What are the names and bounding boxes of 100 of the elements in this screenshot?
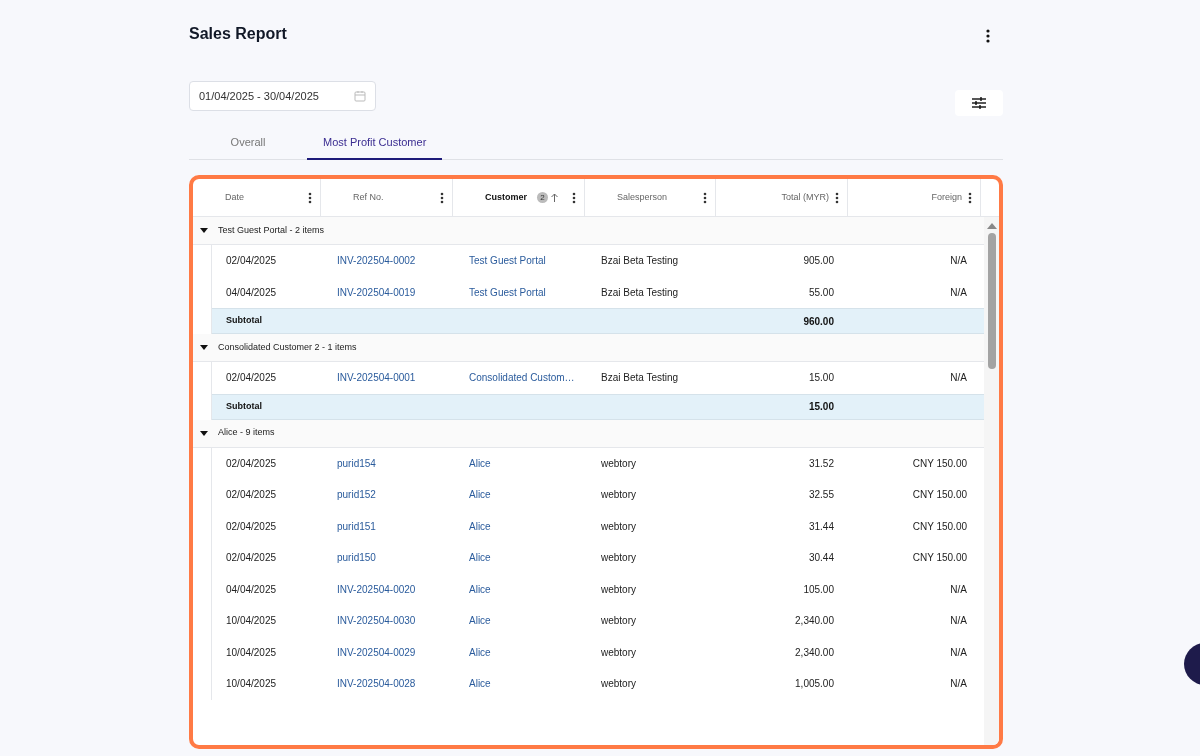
table-cell-text: 10/04/2025 (225, 645, 278, 660)
table-cell-text: webtory (600, 456, 637, 471)
link-cell[interactable]: Consolidated Custom… (454, 370, 586, 386)
filter-settings-button[interactable] (955, 90, 1003, 116)
table-cell-text: 10/04/2025 (225, 677, 278, 692)
table-cell-text: 105.00 (802, 582, 835, 597)
link-cell[interactable]: Test Guest Portal (454, 253, 586, 269)
link-cell[interactable]: purid152 (322, 487, 454, 503)
table-cell-text: webtory (600, 645, 637, 660)
group-row[interactable]: Consolidated Customer 2 - 1 items (193, 334, 984, 362)
table-cell-text: Bzai Beta Testing (600, 371, 680, 386)
link-cell[interactable]: Alice (454, 455, 586, 471)
column-header[interactable]: Customer 2 (453, 179, 585, 216)
table-cell-text: Bzai Beta Testing (600, 285, 680, 300)
table-cell-text: 32.55 (807, 488, 835, 503)
link-cell[interactable]: purid150 (322, 550, 454, 566)
subtotal-label: Subtotal (225, 399, 263, 413)
tab[interactable]: Most Profit Customer (307, 126, 443, 160)
table-cell-text: N/A (949, 614, 968, 629)
table-cell-text: 02/04/2025 (225, 254, 278, 269)
link-cell[interactable]: purid151 (322, 518, 454, 534)
table-cell-text: 31.44 (807, 519, 835, 534)
link-cell[interactable]: purid154 (322, 455, 454, 471)
expand-caret-icon[interactable] (200, 430, 208, 436)
scrollbar[interactable] (984, 217, 999, 745)
link-cell[interactable]: Alice (454, 581, 586, 597)
sort-ascending-icon (551, 193, 558, 202)
link-cell[interactable]: Test Guest Portal (454, 284, 586, 300)
table-cell-text: N/A (949, 677, 968, 692)
table-cell-text: 905.00 (802, 254, 835, 269)
column-header[interactable]: Foreign (848, 179, 981, 216)
column-menu-icon[interactable] (968, 191, 972, 204)
link-cell[interactable]: Alice (454, 644, 586, 660)
table-cell-text: Bzai Beta Testing (600, 254, 680, 269)
column-menu-icon[interactable] (440, 191, 444, 204)
link-cell[interactable]: Alice (454, 550, 586, 566)
scrollbar-thumb[interactable] (987, 233, 996, 369)
table-cell-text: 02/04/2025 (225, 456, 278, 471)
table-cell-text: webtory (600, 551, 637, 566)
tab[interactable]: Overall (189, 126, 307, 160)
subtotal-value: 15.00 (807, 400, 835, 414)
table-cell-text: webtory (600, 488, 637, 503)
column-header[interactable]: Date (193, 179, 321, 216)
link-cell[interactable]: INV-202504-0020 (322, 581, 454, 597)
table-cell-text: webtory (600, 582, 637, 597)
expand-caret-icon[interactable] (200, 228, 208, 233)
table-cell-text: CNY 150.00 (911, 456, 968, 471)
column-header[interactable]: Ref No. (321, 179, 453, 216)
subtotal-value: 960.00 (802, 314, 835, 329)
table-cell-text: CNY 150.00 (911, 551, 968, 566)
link-cell[interactable]: Alice (454, 676, 586, 692)
table-cell-text: 15.00 (807, 371, 835, 386)
table-cell-text: 04/04/2025 (225, 285, 278, 300)
table-cell-text: N/A (949, 285, 968, 300)
table-cell-text: 1,005.00 (794, 677, 835, 692)
sliders-icon (972, 97, 986, 109)
table-cell-text: CNY 150.00 (911, 519, 968, 534)
sort-order-badge: 2 (537, 192, 548, 203)
subtotal-label: Subtotal (225, 314, 263, 328)
group-row[interactable]: Test Guest Portal - 2 items (193, 217, 984, 245)
table-cell-text: 10/04/2025 (225, 614, 278, 629)
table-cell-text: 30.44 (807, 551, 835, 566)
link-cell[interactable]: INV-202504-0028 (322, 676, 454, 692)
table-cell-text: N/A (949, 582, 968, 597)
link-cell[interactable]: INV-202504-0030 (322, 613, 454, 629)
scroll-up-icon[interactable] (986, 223, 997, 229)
table-cell-text: 2,340.00 (794, 614, 835, 629)
table-cell-text: 02/04/2025 (225, 519, 278, 534)
group-row[interactable]: Alice - 9 items (193, 419, 984, 448)
table-cell-text: 2,340.00 (794, 645, 835, 660)
table-cell-text: 02/04/2025 (225, 488, 278, 503)
calendar-icon (354, 90, 366, 102)
table-cell-text: N/A (949, 645, 968, 660)
table-cell-text: 55.00 (807, 285, 835, 300)
link-cell[interactable]: Alice (454, 518, 586, 534)
link-cell[interactable]: INV-202504-0002 (322, 253, 454, 269)
table-cell-text: 02/04/2025 (225, 371, 278, 386)
column-menu-icon[interactable] (308, 191, 312, 204)
table-cell-text: webtory (600, 677, 637, 692)
column-header[interactable]: Salesperson (585, 179, 716, 216)
column-menu-icon[interactable] (572, 191, 576, 204)
table-cell-text: N/A (949, 371, 968, 386)
link-cell[interactable]: INV-202504-0001 (322, 370, 454, 386)
table-cell-text: webtory (600, 614, 637, 629)
link-cell[interactable]: INV-202504-0019 (322, 284, 454, 300)
expand-caret-icon[interactable] (200, 345, 208, 350)
table-cell-text: CNY 150.00 (911, 488, 968, 503)
table-cell-text: N/A (949, 254, 968, 269)
table-cell-text: 02/04/2025 (225, 551, 278, 566)
page-title: Sales Report (189, 24, 287, 44)
table-cell-text: 04/04/2025 (225, 582, 278, 597)
date-range-field[interactable]: 01/04/2025 - 30/04/2025 (189, 81, 376, 111)
link-cell[interactable]: Alice (454, 613, 586, 629)
table-cell-text: webtory (600, 519, 637, 534)
column-menu-icon[interactable] (703, 191, 707, 204)
link-cell[interactable]: Alice (454, 487, 586, 503)
column-menu-icon[interactable] (835, 191, 839, 204)
column-header[interactable]: Total (MYR) (716, 179, 848, 216)
link-cell[interactable]: INV-202504-0029 (322, 644, 454, 660)
more-options-icon[interactable] (986, 29, 990, 43)
